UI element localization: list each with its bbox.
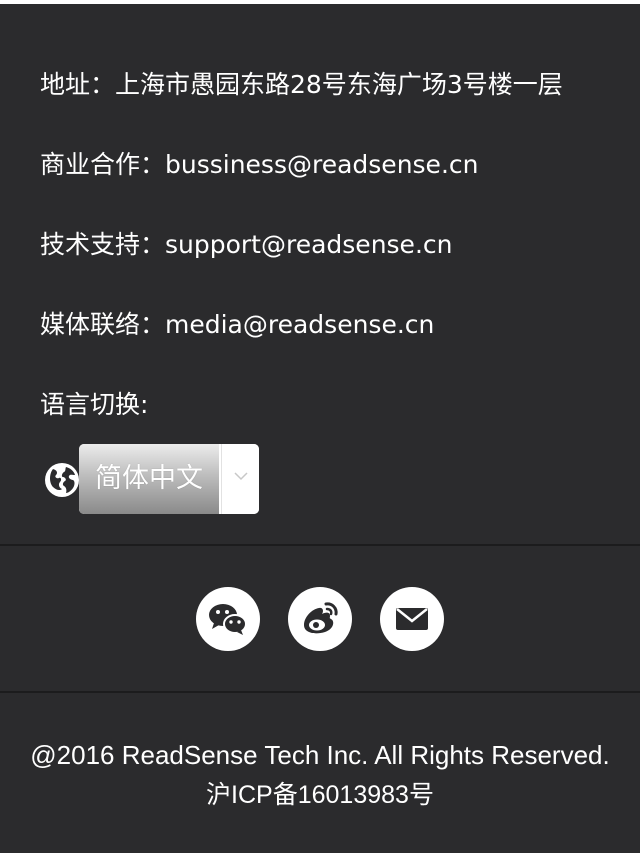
- icp-license-text: 沪ICP备16013983号: [206, 781, 434, 809]
- footer-divider: [0, 691, 640, 693]
- support-contact-text: 技术支持：support@readsense.cn: [40, 230, 453, 259]
- language-select-arrow[interactable]: [221, 444, 259, 514]
- media-contact-text: 媒体联络：media@readsense.cn: [40, 310, 435, 339]
- language-select-value: 简体中文: [79, 444, 219, 514]
- globe-icon: [44, 462, 80, 498]
- language-select[interactable]: 简体中文: [79, 444, 259, 514]
- language-switch-label: 语言切换:: [40, 390, 149, 419]
- top-border: [0, 0, 640, 4]
- copyright-text: @2016 ReadSense Tech Inc. All Rights Res…: [30, 740, 610, 770]
- wechat-button[interactable]: [196, 587, 260, 651]
- business-contact-text: 商业合作：bussiness@readsense.cn: [40, 150, 479, 179]
- section-divider: [0, 544, 640, 546]
- weibo-button[interactable]: [288, 587, 352, 651]
- address-text: 地址：上海市愚园东路28号东海广场3号楼一层: [40, 70, 563, 99]
- mail-button[interactable]: [380, 587, 444, 651]
